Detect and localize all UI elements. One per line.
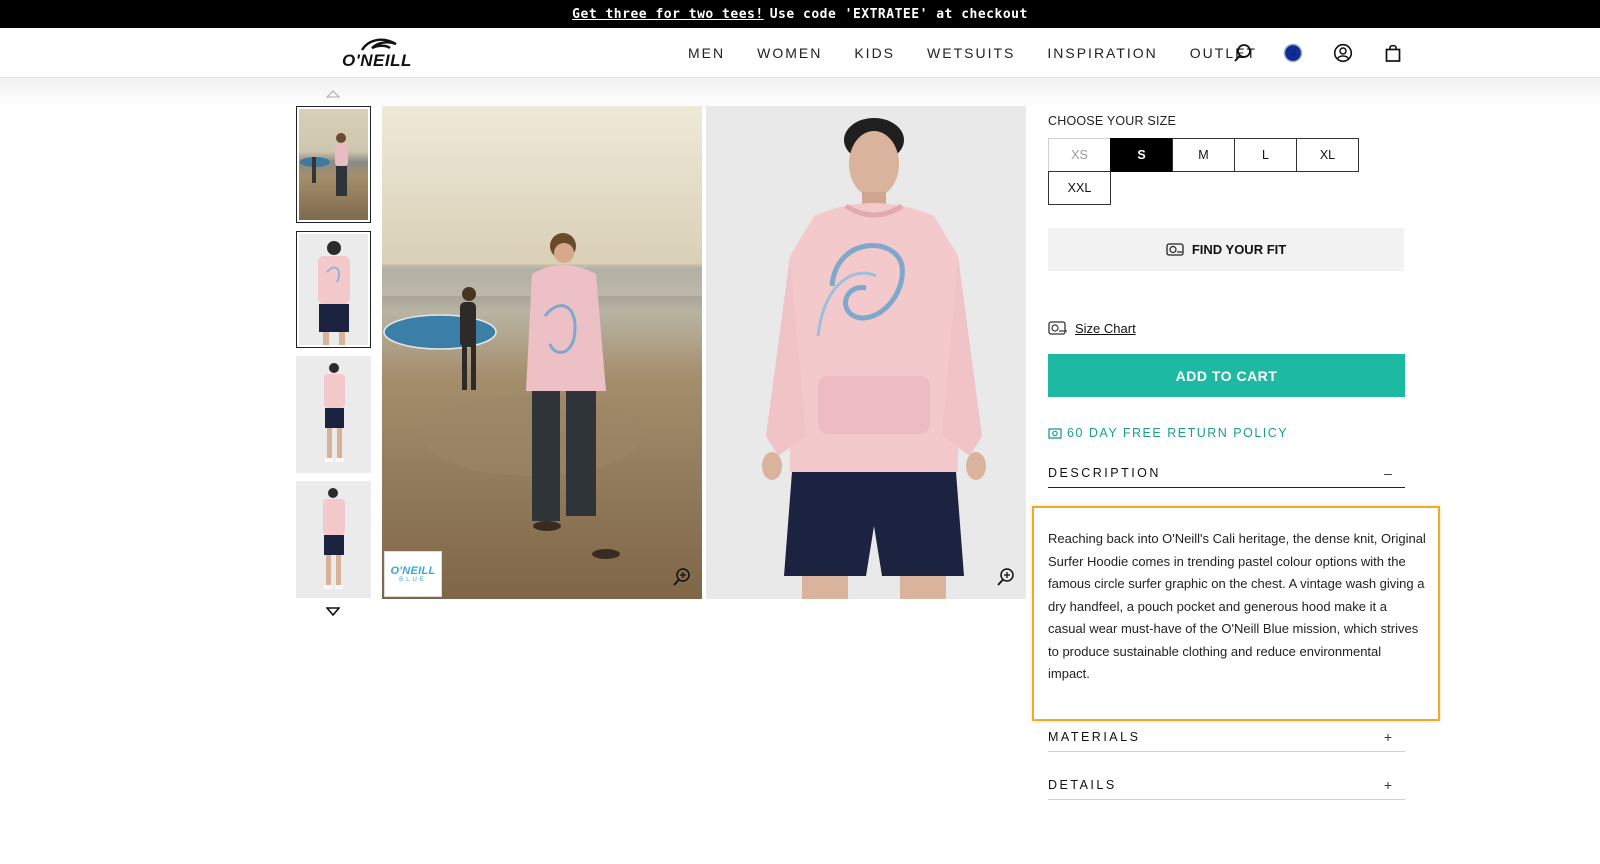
size-option-s[interactable]: S: [1110, 138, 1173, 172]
promo-bar: Get three for two tees! Use code 'EXTRAT…: [0, 0, 1600, 28]
size-chart-label: Size Chart: [1075, 320, 1136, 336]
main-nav: MEN WOMEN KIDS WETSUITS INSPIRATION OUTL…: [688, 28, 1289, 78]
materials-title: MATERIALS: [1048, 729, 1141, 744]
product-image-studio[interactable]: [706, 106, 1026, 599]
oneill-blue-badge: O'NEILL BLUE: [384, 551, 442, 597]
details-header[interactable]: DETAILS +: [1048, 770, 1405, 800]
nav-wetsuits[interactable]: WETSUITS: [927, 45, 1015, 61]
add-to-cart-button[interactable]: ADD TO CART: [1048, 354, 1405, 397]
find-your-fit-button[interactable]: FIND YOUR FIT: [1048, 228, 1404, 271]
thumbnail-studio-full[interactable]: [296, 356, 371, 473]
thumbnail-studio-back[interactable]: [296, 481, 371, 598]
promo-link[interactable]: Get three for two tees!: [572, 7, 764, 22]
size-option-m[interactable]: M: [1172, 138, 1235, 172]
collapse-icon[interactable]: –: [1381, 465, 1395, 481]
expand-icon[interactable]: +: [1381, 777, 1395, 793]
oneill-logo[interactable]: O'NEILL: [340, 38, 420, 70]
wave-logo-icon: [360, 38, 397, 51]
badge-subtitle: BLUE: [399, 577, 427, 583]
region-icon[interactable]: [1282, 42, 1304, 64]
materials-header[interactable]: MATERIALS +: [1048, 722, 1405, 752]
thumb-up-arrow-icon[interactable]: [325, 88, 341, 100]
search-icon[interactable]: [1232, 42, 1254, 64]
thumb-down-arrow-icon[interactable]: [325, 605, 341, 617]
cart-icon[interactable]: [1382, 42, 1404, 64]
description-header[interactable]: DESCRIPTION –: [1048, 458, 1405, 488]
return-policy-label: 60 DAY FREE RETURN POLICY: [1067, 426, 1289, 440]
size-option-xs[interactable]: XS: [1048, 138, 1111, 172]
return-policy-link[interactable]: 60 DAY FREE RETURN POLICY: [1048, 426, 1288, 440]
thumbnail-list: [296, 106, 372, 606]
site-header: O'NEILL MEN WOMEN KIDS WETSUITS INSPIRAT…: [0, 28, 1600, 78]
nav-women[interactable]: WOMEN: [757, 45, 822, 61]
header-icons: [1232, 28, 1432, 78]
logo-text: O'NEILL: [342, 51, 412, 70]
measuring-tape-icon: [1048, 321, 1067, 335]
thumbnail-beach[interactable]: [296, 106, 371, 223]
expand-icon[interactable]: +: [1381, 729, 1395, 745]
size-option-xl[interactable]: XL: [1296, 138, 1359, 172]
nav-kids[interactable]: KIDS: [854, 45, 895, 61]
nav-inspiration[interactable]: INSPIRATION: [1047, 45, 1157, 61]
account-icon[interactable]: [1332, 42, 1354, 64]
zoom-icon[interactable]: [672, 567, 692, 587]
description-content: Reaching back into O'Neill's Cali herita…: [1032, 506, 1440, 721]
find-your-fit-label: FIND YOUR FIT: [1191, 242, 1287, 257]
size-option-xxl[interactable]: XXL: [1048, 171, 1111, 205]
details-title: DETAILS: [1048, 777, 1117, 792]
thumbnail-studio-front[interactable]: [296, 231, 371, 348]
size-chart-link[interactable]: Size Chart: [1048, 320, 1136, 336]
zoom-icon[interactable]: [996, 567, 1016, 587]
description-title: DESCRIPTION: [1048, 465, 1161, 480]
badge-title: O'NEILL: [390, 565, 436, 577]
fit-icon: [1166, 242, 1184, 256]
size-title: CHOOSE YOUR SIZE: [1048, 114, 1176, 128]
promo-text: Use code 'EXTRATEE' at checkout: [769, 6, 1028, 22]
description-text: Reaching back into O'Neill's Cali herita…: [1048, 531, 1426, 681]
nav-men[interactable]: MEN: [688, 45, 725, 61]
return-box-icon: [1048, 428, 1062, 439]
product-image-beach[interactable]: O'NEILL BLUE: [382, 106, 702, 599]
size-option-l[interactable]: L: [1234, 138, 1297, 172]
